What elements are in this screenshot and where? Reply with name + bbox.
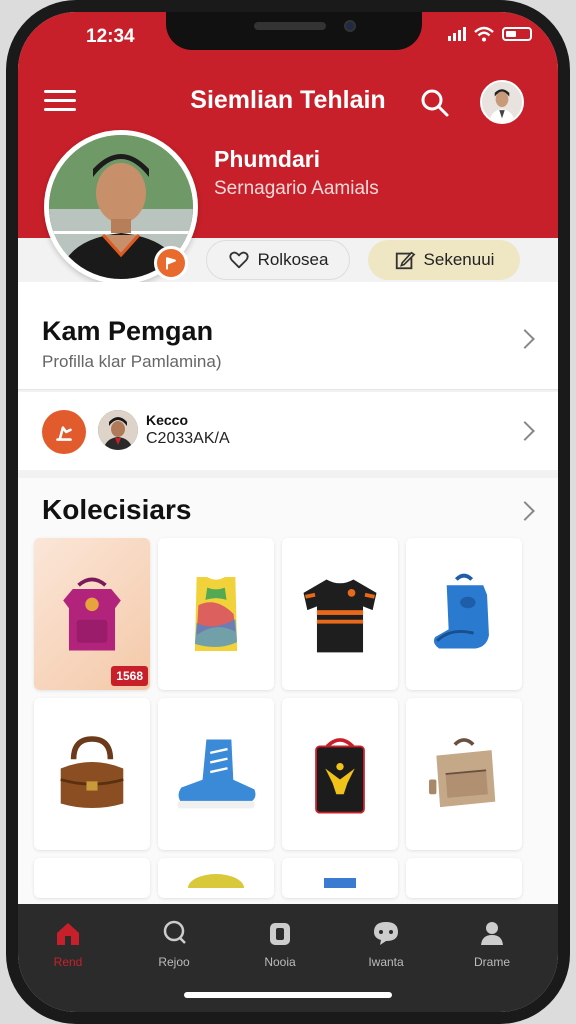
top-app-bar: Siemlian Tehlain	[18, 74, 558, 126]
ball-icon	[188, 874, 244, 888]
black-jersey-item[interactable]	[282, 538, 398, 690]
edit-button-label: Sekenuui	[423, 250, 495, 269]
tab-shield[interactable]: Nooia	[240, 918, 320, 969]
edit-icon	[395, 251, 416, 270]
jersey-icon	[194, 577, 238, 651]
collections-title: Kolecisiars	[42, 494, 192, 525]
chevron-right-icon[interactable]	[515, 501, 535, 521]
status-time: 12:34	[86, 26, 135, 47]
leather-bag-item[interactable]	[34, 698, 150, 850]
chevron-right-icon	[515, 329, 535, 349]
phone-frame: 12:34 Siemlian Tehlain Phumdari Sernagar…	[6, 0, 570, 1024]
blue-backpack-item[interactable]	[406, 538, 522, 690]
chat-icon	[163, 920, 186, 944]
front-camera	[344, 20, 356, 32]
collections-section: Kolecisiars 1568	[18, 478, 558, 918]
tab-label: Rend	[53, 955, 83, 969]
profile-name: Phumdari	[214, 146, 321, 172]
flag-icon	[166, 257, 176, 270]
box-icon	[324, 878, 356, 888]
bag-icon	[60, 736, 124, 809]
blue-sneaker-item[interactable]	[158, 698, 274, 850]
sneaker-icon	[177, 739, 256, 809]
follow-button-label: Rolkosea	[257, 250, 329, 269]
edit-button[interactable]: Sekenuui	[368, 240, 520, 280]
partial-item-tile[interactable]	[282, 858, 398, 898]
user-avatar[interactable]	[480, 80, 524, 124]
battery-icon	[502, 27, 532, 41]
tan-backpack-item[interactable]	[406, 698, 522, 850]
status-icons	[448, 26, 532, 42]
tab-home[interactable]: Rend	[28, 918, 108, 969]
partial-item-tile[interactable]	[34, 858, 150, 898]
contact-avatar	[98, 410, 138, 450]
tab-profile[interactable]: Drame	[452, 918, 532, 969]
tab-label: Rejoo	[158, 955, 190, 969]
collections-grid: 1568	[34, 538, 526, 898]
jersey-icon	[303, 579, 377, 653]
section-subtitle: Profilla klar Pamlamina)	[42, 352, 222, 371]
speaker-grille	[254, 22, 326, 30]
yellow-jersey-item[interactable]	[158, 538, 274, 690]
app-title: Siemlian Tehlain	[190, 86, 386, 114]
app-screen: 12:34 Siemlian Tehlain Phumdari Sernagar…	[18, 12, 558, 1012]
chevron-right-icon	[515, 421, 535, 441]
device-notch	[166, 12, 422, 50]
home-icon	[57, 923, 79, 945]
heart-icon	[228, 251, 249, 269]
tab-label: Iwanta	[368, 955, 404, 969]
photo-badge[interactable]	[154, 246, 188, 280]
tab-messages[interactable]: Iwanta	[346, 918, 426, 969]
search-icon[interactable]	[420, 88, 450, 118]
section-title: Kam Pemgan	[42, 316, 214, 346]
contact-code: C2033AK/A	[146, 430, 230, 447]
partial-item-tile[interactable]	[158, 858, 274, 898]
bag-icon	[315, 738, 365, 814]
tab-chat[interactable]: Rejoo	[134, 918, 214, 969]
tab-label: Drame	[473, 955, 510, 969]
tab-label: Nooia	[264, 955, 296, 969]
contact-row[interactable]: Kecco C2033AK/A	[18, 392, 558, 470]
backpack-icon	[63, 577, 121, 651]
shield-icon	[270, 923, 290, 945]
black-eagle-bag-item[interactable]	[282, 698, 398, 850]
signal-icon	[448, 27, 466, 41]
profile-subtitle: Sernagario Aamials	[214, 178, 379, 199]
activity-icon	[42, 410, 86, 454]
price-badge: 1568	[111, 666, 148, 686]
person-icon	[481, 922, 503, 945]
wifi-icon	[474, 26, 494, 42]
home-indicator[interactable]	[184, 992, 392, 998]
magenta-backpack-item[interactable]: 1568	[34, 538, 150, 690]
contact-name: Kecco	[146, 412, 189, 428]
backpack-icon	[433, 573, 489, 649]
follow-button[interactable]: Rolkosea	[206, 240, 350, 280]
message-icon	[374, 922, 398, 945]
partial-item-tile[interactable]	[406, 858, 522, 898]
profile-details-row[interactable]: Kam Pemgan Profilla klar Pamlamina)	[18, 282, 558, 390]
backpack-icon	[429, 738, 496, 808]
